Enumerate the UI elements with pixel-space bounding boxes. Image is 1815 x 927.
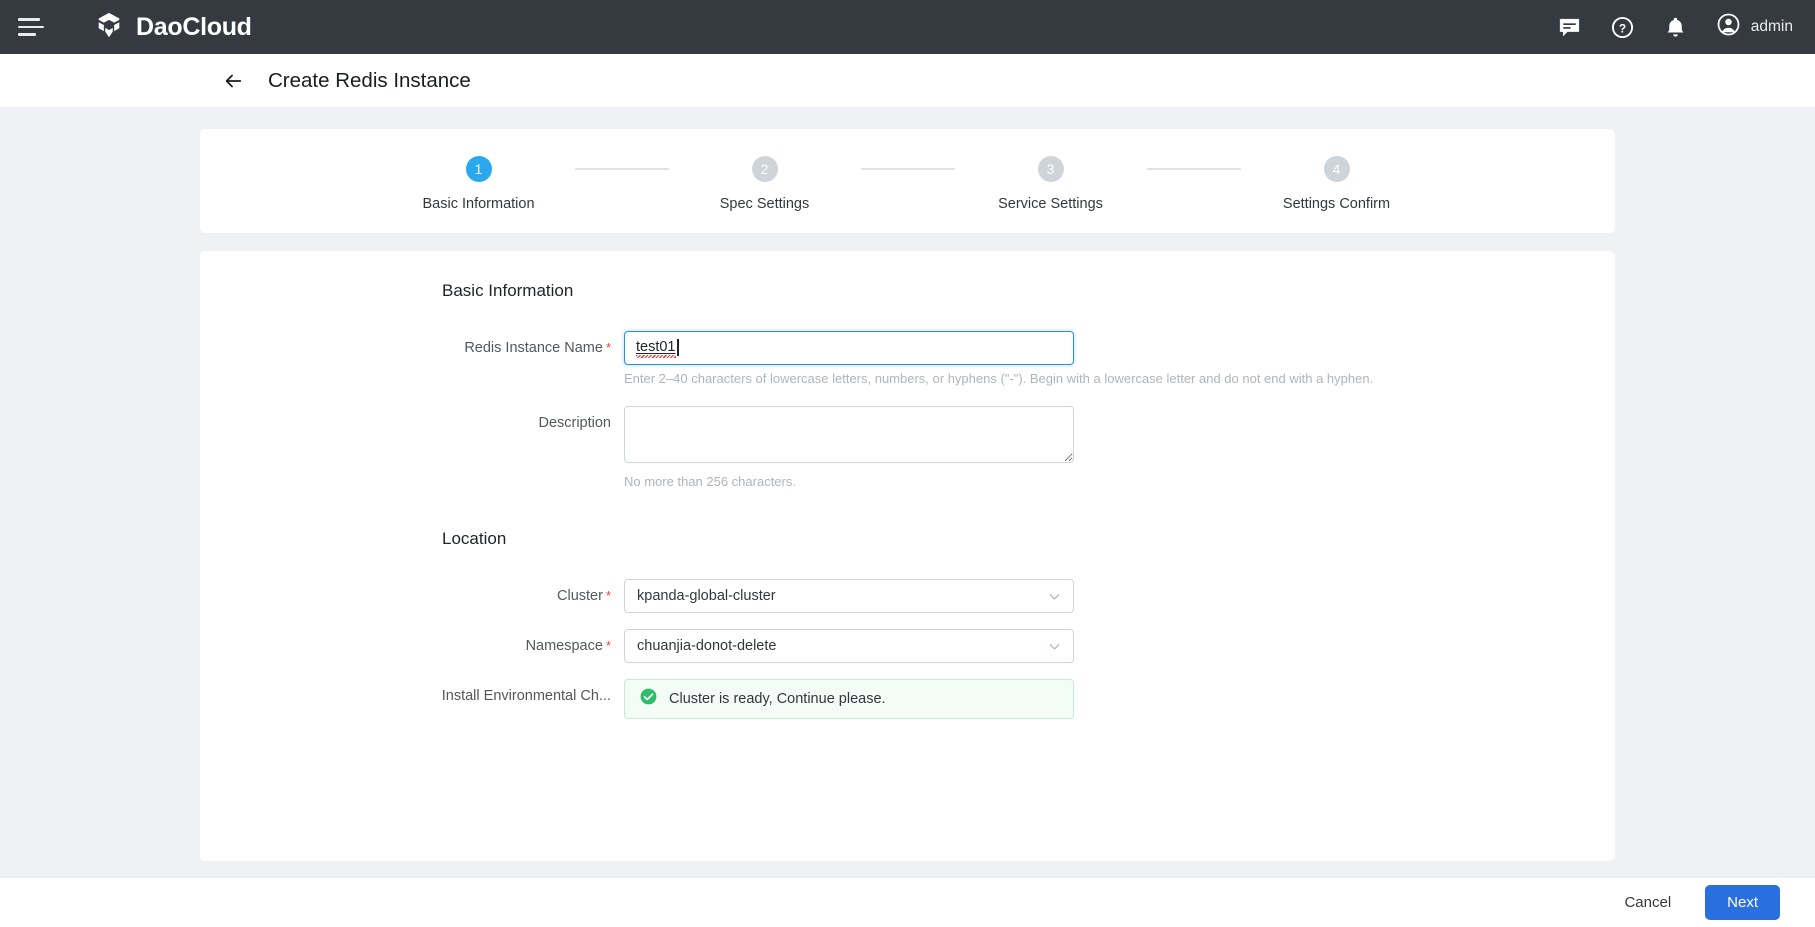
page-header: Create Redis Instance (0, 54, 1815, 108)
step-settings-confirm[interactable]: 4 Settings Confirm (1241, 156, 1433, 212)
spacer (200, 392, 1615, 406)
field-control: Cluster is ready, Continue please. (624, 679, 1074, 719)
field-install-environmental-check: Install Environmental Ch... Cluster is r… (200, 679, 1615, 719)
chat-icon[interactable] (1557, 15, 1582, 40)
field-redis-instance-name: Redis Instance Name* test01 Enter 2–40 c… (200, 331, 1615, 386)
namespace-select[interactable]: chuanjia-donot-delete (624, 629, 1074, 663)
step-label: Settings Confirm (1283, 196, 1390, 212)
user-menu[interactable]: admin (1716, 12, 1793, 42)
spacer (200, 619, 1615, 629)
help-icon[interactable]: ? (1610, 15, 1635, 40)
label-text: Redis Instance Name (464, 340, 603, 356)
field-label: Namespace* (200, 629, 624, 663)
environment-status-banner: Cluster is ready, Continue please. (624, 679, 1074, 719)
back-arrow-icon[interactable] (222, 70, 244, 92)
user-name: admin (1751, 18, 1793, 36)
field-label: Description (200, 406, 624, 440)
input-wrapper: test01 (624, 331, 1074, 365)
field-hint: No more than 256 characters. (624, 474, 1074, 489)
wizard-stepper: 1 Basic Information 2 Spec Settings 3 Se… (383, 156, 1433, 212)
field-control: test01 Enter 2–40 characters of lowercas… (624, 331, 1074, 386)
section-title-basic-information: Basic Information (442, 281, 1615, 301)
field-namespace: Namespace* chuanjia-donot-delete (200, 629, 1615, 663)
step-number: 3 (1038, 156, 1064, 182)
field-control: chuanjia-donot-delete (624, 629, 1074, 663)
success-check-icon (639, 687, 658, 711)
stepper-card: 1 Basic Information 2 Spec Settings 3 Se… (200, 129, 1615, 233)
hamburger-line (18, 33, 36, 36)
step-number: 4 (1324, 156, 1350, 182)
form-card: Basic Information Redis Instance Name* t… (200, 251, 1615, 861)
step-label: Service Settings (998, 196, 1103, 212)
step-number: 2 (752, 156, 778, 182)
field-control: kpanda-global-cluster (624, 579, 1074, 613)
description-textarea[interactable] (624, 406, 1074, 463)
step-basic-information[interactable]: 1 Basic Information (383, 156, 575, 212)
brand-logo[interactable]: DaoCloud (94, 10, 252, 45)
svg-text:?: ? (1619, 21, 1626, 35)
field-control: No more than 256 characters. (624, 406, 1074, 489)
page-title: Create Redis Instance (268, 69, 471, 93)
environment-status-text: Cluster is ready, Continue please. (669, 691, 886, 707)
cancel-button[interactable]: Cancel (1620, 888, 1675, 917)
required-marker: * (606, 588, 611, 603)
step-label: Spec Settings (720, 196, 809, 212)
cluster-select[interactable]: kpanda-global-cluster (624, 579, 1074, 613)
redis-instance-name-input[interactable] (624, 331, 1074, 365)
field-label: Install Environmental Ch... (200, 679, 624, 713)
hamburger-line (18, 26, 44, 29)
section-title-location: Location (442, 529, 1615, 549)
step-connector (1147, 168, 1241, 170)
chevron-down-icon (1046, 588, 1063, 605)
cluster-selected-value: kpanda-global-cluster (637, 588, 776, 604)
page-content: 1 Basic Information 2 Spec Settings 3 Se… (0, 108, 1815, 877)
field-cluster: Cluster* kpanda-global-cluster (200, 579, 1615, 613)
brand-name: DaoCloud (136, 13, 252, 42)
step-number: 1 (466, 156, 492, 182)
text-cursor (677, 339, 679, 356)
field-description: Description No more than 256 characters. (200, 406, 1615, 489)
label-text: Namespace (526, 638, 603, 654)
namespace-selected-value: chuanjia-donot-delete (637, 638, 776, 654)
step-service-settings[interactable]: 3 Service Settings (955, 156, 1147, 212)
next-button[interactable]: Next (1705, 885, 1780, 920)
step-label: Basic Information (422, 196, 534, 212)
required-marker: * (606, 638, 611, 653)
daocloud-cube-icon (94, 10, 124, 45)
topbar-actions: ? admin (1557, 12, 1793, 42)
notification-bell-icon[interactable] (1663, 15, 1688, 40)
hamburger-icon[interactable] (14, 10, 48, 44)
chevron-down-icon (1046, 638, 1063, 655)
label-text: Cluster (557, 588, 603, 604)
hamburger-line (18, 18, 40, 21)
step-connector (575, 168, 669, 170)
required-marker: * (606, 340, 611, 355)
avatar (1716, 12, 1741, 42)
spacer (200, 669, 1615, 679)
field-label: Cluster* (200, 579, 624, 613)
step-connector (861, 168, 955, 170)
label-text: Description (538, 415, 611, 431)
field-hint: Enter 2–40 characters of lowercase lette… (624, 371, 1074, 386)
step-spec-settings[interactable]: 2 Spec Settings (669, 156, 861, 212)
field-label: Redis Instance Name* (200, 331, 624, 365)
top-navigation-bar: DaoCloud ? (0, 0, 1815, 54)
form-footer: Cancel Next (0, 877, 1815, 927)
